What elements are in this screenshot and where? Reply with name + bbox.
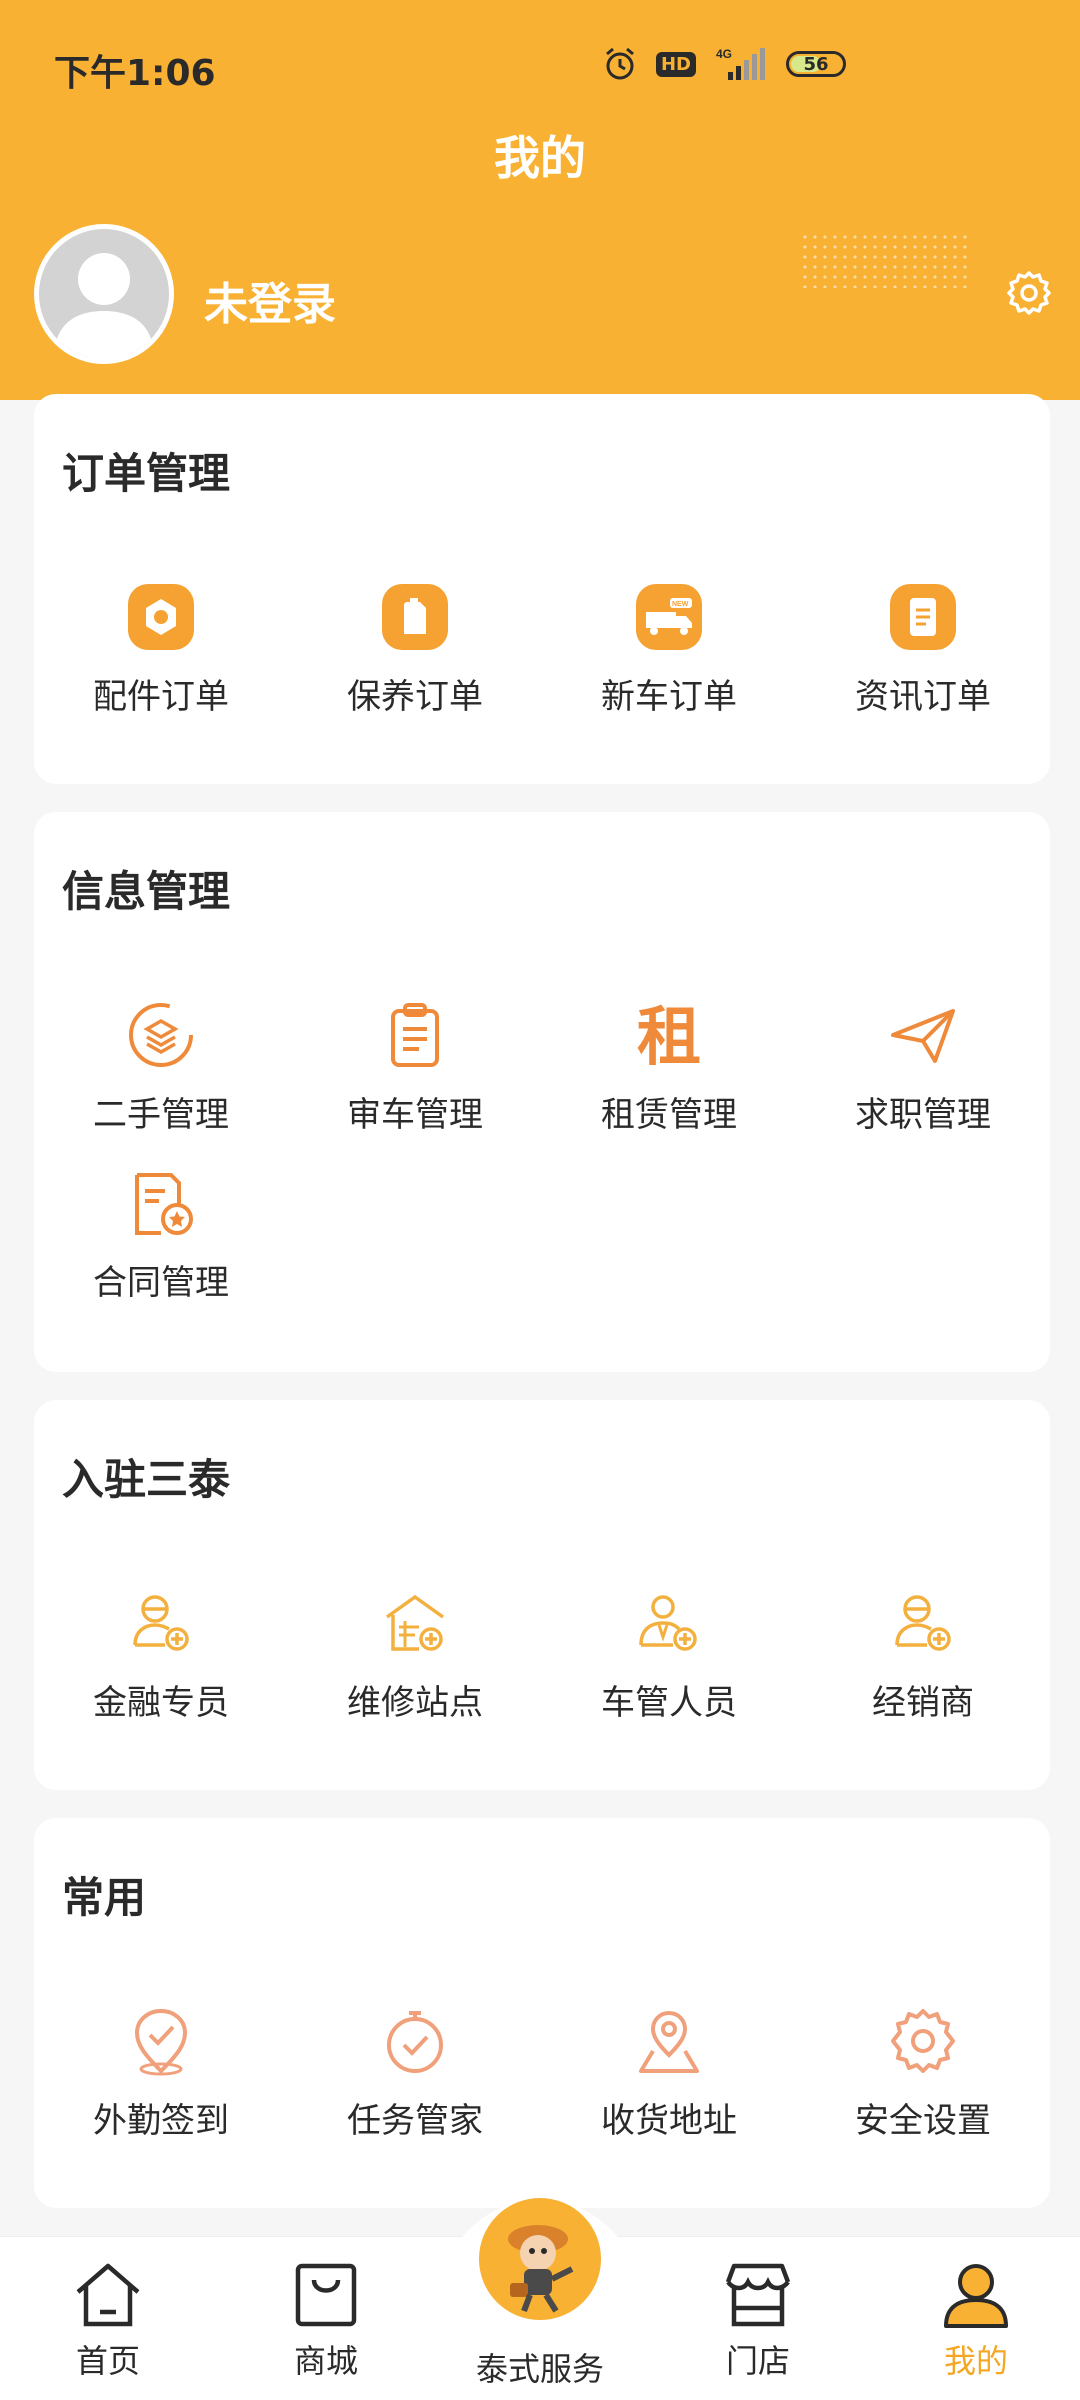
manager-add-icon: [629, 1584, 709, 1661]
tab-mall[interactable]: 商城: [236, 2256, 416, 2382]
alarm-icon: [606, 47, 634, 80]
login-status[interactable]: 未登录: [204, 268, 336, 332]
leasing-item[interactable]: 租 租赁管理: [542, 996, 796, 1136]
common-card: 常用 外勤签到 任务管家 收货地址 安全设置: [34, 1818, 1050, 2208]
info-management-card: 信息管理 二手管理 审车管理 租 租赁管理 求职管理 合同管理: [34, 812, 1050, 1372]
news-order-item[interactable]: 资讯订单: [796, 578, 1050, 718]
section-title: 信息管理: [62, 867, 231, 916]
recycle-layers-icon: [121, 996, 201, 1073]
repair-station-item[interactable]: 维修站点: [288, 1584, 542, 1724]
contract-item[interactable]: 合同管理: [34, 1164, 288, 1304]
user-icon: [944, 2264, 1008, 2328]
document-icon: [883, 578, 963, 655]
dealer-add-icon: [883, 1584, 963, 1661]
task-manager-item[interactable]: 任务管家: [288, 2002, 542, 2142]
map-pin-icon: [629, 2002, 709, 2079]
svg-text:NEW: NEW: [672, 601, 689, 608]
mascot-icon: [508, 2225, 574, 2313]
hexagon-nut-icon: [121, 578, 201, 655]
field-checkin-item[interactable]: 外勤签到: [34, 2002, 288, 2142]
vehicle-inspection-item[interactable]: 审车管理: [288, 996, 542, 1136]
status-time: 下午1:06: [54, 53, 216, 94]
station-add-icon: [375, 1584, 455, 1661]
shopping-bag-icon: [295, 2263, 357, 2327]
section-title: 入驻三泰: [62, 1455, 231, 1504]
settings-gear-icon[interactable]: [1004, 268, 1054, 318]
shipping-address-item[interactable]: 收货地址: [542, 2002, 796, 2142]
svg-text:4G: 4G: [716, 47, 732, 61]
home-icon: [76, 2263, 140, 2327]
new-truck-icon: NEW: [629, 578, 709, 655]
used-car-item[interactable]: 二手管理: [34, 996, 288, 1136]
svg-text:租: 租: [637, 1001, 701, 1071]
section-title: 订单管理: [62, 449, 231, 498]
paper-plane-icon: [883, 996, 963, 1073]
signal-icon: 4G: [716, 47, 765, 80]
oil-can-icon: [375, 578, 455, 655]
status-icons: HD 4G 56: [602, 44, 846, 84]
worker-add-icon: [121, 1584, 201, 1661]
finance-specialist-item[interactable]: 金融专员: [34, 1584, 288, 1724]
store-icon: [725, 2263, 791, 2327]
gear-icon: [883, 2002, 963, 2079]
clipboard-icon: [375, 996, 455, 1073]
default-avatar-icon: [54, 253, 154, 359]
avatar[interactable]: [34, 224, 174, 364]
hd-badge: HD: [655, 51, 696, 77]
new-car-order-item[interactable]: NEW 新车订单: [542, 578, 796, 718]
security-settings-item[interactable]: 安全设置: [796, 2002, 1050, 2142]
join-santai-card: 入驻三泰 金融专员 维修站点 车管人员 经销商: [34, 1400, 1050, 1790]
status-bar: 下午1:06 HD 4G 56: [0, 0, 1080, 120]
tab-home[interactable]: 首页: [18, 2256, 198, 2382]
tab-thai-service[interactable]: [475, 2194, 605, 2324]
location-check-icon: [121, 2002, 201, 2079]
tab-thai-service-label: 泰式服务: [475, 2350, 604, 2388]
vehicle-manager-item[interactable]: 车管人员: [542, 1584, 796, 1724]
tab-store[interactable]: 门店: [668, 2256, 848, 2382]
contract-star-icon: [121, 1164, 201, 1241]
battery-indicator: 56: [786, 51, 846, 77]
tab-mine[interactable]: 我的: [886, 2256, 1066, 2382]
page-title: 我的: [494, 131, 586, 185]
order-management-card: 订单管理 配件订单 保养订单 NEW 新车订单 资讯订单: [34, 394, 1050, 784]
job-seeking-item[interactable]: 求职管理: [796, 996, 1050, 1136]
decorative-dots: [800, 232, 970, 288]
dealer-item[interactable]: 经销商: [796, 1584, 1050, 1724]
rent-character-icon: 租: [629, 996, 709, 1073]
maintenance-order-item[interactable]: 保养订单: [288, 578, 542, 718]
section-title: 常用: [62, 1873, 147, 1922]
timer-check-icon: [375, 2002, 455, 2079]
parts-order-item[interactable]: 配件订单: [34, 578, 288, 718]
